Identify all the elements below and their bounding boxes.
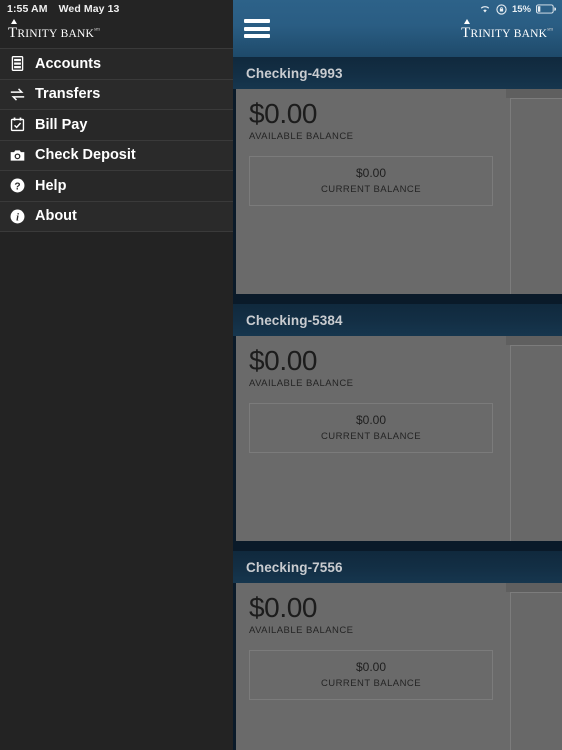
- current-balance-box[interactable]: $0.00 CURRENT BALANCE: [249, 650, 493, 701]
- main-content-pane: 15% TRINITY BANKsm Checking-4993 $0.00 A…: [233, 0, 562, 750]
- header-trinity-bank-logo: TRINITY BANKsm: [461, 19, 553, 42]
- account-card[interactable]: Checking-4993 $0.00 AVAILABLE BALANCE $0…: [233, 57, 562, 294]
- detail-inner-panel: [510, 345, 562, 541]
- account-detail-column[interactable]: [506, 583, 562, 750]
- current-balance-amount: $0.00: [355, 166, 387, 181]
- detail-strip: [506, 336, 562, 345]
- available-balance-amount: $0.00: [249, 98, 318, 129]
- logo-first-word: RINITY: [470, 28, 511, 40]
- camera-icon: [10, 150, 25, 161]
- sidebar-item-label: About: [35, 208, 77, 224]
- detail-strip: [506, 89, 562, 98]
- available-balance-amount: $0.00: [249, 592, 318, 623]
- detail-inner-panel: [510, 98, 562, 294]
- logo-trademark: sm: [94, 27, 100, 33]
- logo-second-word: BANK: [60, 28, 95, 40]
- svg-text:?: ?: [14, 182, 20, 193]
- account-detail-column[interactable]: [506, 89, 562, 294]
- current-balance-amount: $0.00: [355, 413, 387, 428]
- trinity-bank-logo: TRINITY BANKsm: [8, 19, 100, 42]
- status-date: Wed May 13: [58, 3, 120, 15]
- account-card[interactable]: Checking-7556 $0.00 AVAILABLE BALANCE $0…: [233, 551, 562, 750]
- sidebar-menu: Accounts Transfers Bill Pay Check Deposi…: [0, 48, 233, 232]
- steeple-icon: [11, 19, 17, 24]
- current-balance-box[interactable]: $0.00 CURRENT BALANCE: [249, 403, 493, 454]
- account-card-header[interactable]: Checking-5384: [233, 304, 562, 336]
- available-balance-label: AVAILABLE BALANCE: [249, 378, 354, 390]
- sidebar-drawer: 1:55 AM Wed May 13 TRINITY BANKsm Accoun…: [0, 0, 233, 750]
- detail-strip: [506, 583, 562, 592]
- account-card-header[interactable]: Checking-7556: [233, 551, 562, 583]
- battery-icon: [536, 4, 556, 14]
- logo-trademark: sm: [547, 27, 553, 33]
- logo-initial: T: [461, 25, 471, 41]
- account-title: Checking-7556: [246, 559, 343, 575]
- card-separator: [233, 541, 562, 551]
- info-circle-icon: i: [10, 209, 25, 224]
- sidebar-item-label: Transfers: [35, 86, 101, 102]
- sidebar-item-accounts[interactable]: Accounts: [0, 49, 233, 80]
- available-balance-label: AVAILABLE BALANCE: [249, 625, 354, 637]
- sidebar-item-label: Bill Pay: [35, 116, 88, 133]
- current-balance-label: CURRENT BALANCE: [320, 431, 421, 443]
- account-card-header[interactable]: Checking-4993: [233, 57, 562, 89]
- detail-inner-panel: [510, 592, 562, 750]
- status-bar-left: 1:55 AM Wed May 13: [0, 0, 233, 18]
- current-balance-label: CURRENT BALANCE: [320, 678, 421, 690]
- sidebar-item-about[interactable]: i About: [0, 201, 233, 232]
- sidebar-item-label: Help: [35, 177, 67, 194]
- current-balance-amount: $0.00: [355, 660, 387, 675]
- accounts-list[interactable]: Checking-4993 $0.00 AVAILABLE BALANCE $0…: [233, 57, 562, 750]
- sidebar-item-transfers[interactable]: Transfers: [0, 79, 233, 110]
- sidebar-item-bill-pay[interactable]: Bill Pay: [0, 110, 233, 141]
- logo-second-word: BANK: [513, 28, 548, 40]
- account-card-body[interactable]: $0.00 AVAILABLE BALANCE $0.00 CURRENT BA…: [236, 89, 506, 294]
- svg-text:i: i: [16, 212, 19, 223]
- sidebar-item-label: Check Deposit: [35, 147, 136, 163]
- sidebar-item-label: Accounts: [35, 55, 102, 72]
- rotation-lock-icon: [496, 3, 507, 15]
- app-screen: 1:55 AM Wed May 13 TRINITY BANKsm Accoun…: [0, 0, 562, 750]
- available-balance-amount: $0.00: [249, 345, 318, 376]
- account-card-body[interactable]: $0.00 AVAILABLE BALANCE $0.00 CURRENT BA…: [236, 583, 506, 750]
- current-balance-label: CURRENT BALANCE: [320, 184, 421, 196]
- wifi-icon: [480, 6, 490, 13]
- hamburger-menu-icon[interactable]: [244, 19, 270, 38]
- current-balance-box[interactable]: $0.00 CURRENT BALANCE: [249, 156, 493, 207]
- question-circle-icon: ?: [10, 178, 25, 193]
- sidebar-item-check-deposit[interactable]: Check Deposit: [0, 140, 233, 171]
- account-detail-column[interactable]: [506, 336, 562, 541]
- status-bar-right: 15%: [233, 0, 562, 18]
- transfer-arrows-icon: [10, 88, 25, 101]
- account-card[interactable]: Checking-5384 $0.00 AVAILABLE BALANCE $0…: [233, 304, 562, 541]
- status-time: 1:55 AM: [7, 3, 48, 15]
- steeple-icon: [464, 19, 471, 24]
- battery-percent-label: 15%: [511, 3, 531, 15]
- account-card-body[interactable]: $0.00 AVAILABLE BALANCE $0.00 CURRENT BA…: [236, 336, 506, 541]
- sidebar-item-help[interactable]: ? Help: [0, 171, 233, 202]
- file-cabinet-icon: [11, 56, 24, 72]
- logo-initial: T: [8, 25, 18, 41]
- calendar-check-icon: [10, 117, 25, 132]
- account-title: Checking-4993: [246, 65, 343, 81]
- account-title: Checking-5384: [246, 312, 343, 328]
- sidebar-brand: TRINITY BANKsm: [0, 18, 233, 48]
- card-separator: [233, 294, 562, 304]
- logo-first-word: RINITY: [17, 28, 58, 40]
- available-balance-label: AVAILABLE BALANCE: [249, 131, 354, 143]
